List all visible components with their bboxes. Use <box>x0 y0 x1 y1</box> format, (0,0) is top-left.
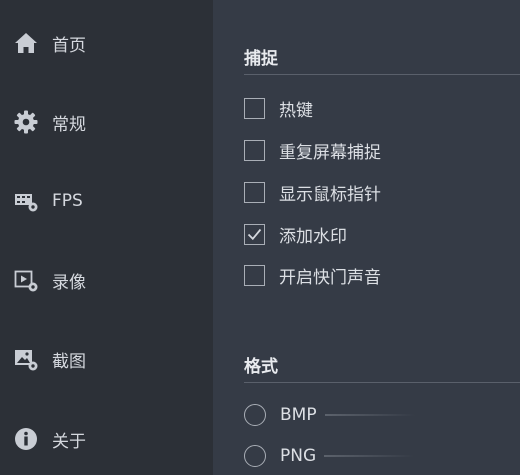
info-icon <box>12 425 40 453</box>
sidebar-item-label: 截图 <box>52 351 86 372</box>
section-title-capture: 捕捉 <box>244 49 278 69</box>
decorative-line <box>324 414 415 416</box>
sidebar-item-label: 首页 <box>52 35 86 56</box>
sidebar-item-general[interactable]: 常规 <box>0 92 213 152</box>
hotkey-checkbox[interactable] <box>244 97 265 119</box>
video-settings-icon <box>12 266 40 294</box>
option-label: 重复屏幕捕捉 <box>279 142 381 163</box>
sidebar-item-recording[interactable]: 录像 <box>0 250 213 310</box>
option-label: 添加水印 <box>279 226 347 247</box>
png-radio-row[interactable]: PNG <box>244 442 415 470</box>
show-cursor-checkbox[interactable] <box>244 181 265 203</box>
hotkey-checkbox-row[interactable]: 热键 <box>244 94 313 122</box>
app-window: 首页 常规 FPS 录像 截图 关于 捕捉 热键 重复屏幕捕捉 显示鼠标指针 添… <box>0 0 520 475</box>
option-label: 热键 <box>279 100 313 121</box>
gear-icon <box>12 108 40 136</box>
settings-panel: 捕捉 热键 重复屏幕捕捉 显示鼠标指针 添加水印 开启快门声音 格式 BMP P… <box>213 0 520 475</box>
option-label: BMP <box>280 405 317 425</box>
sidebar: 首页 常规 FPS 录像 截图 关于 <box>0 0 213 475</box>
sidebar-item-label: 常规 <box>52 114 86 135</box>
sidebar-item-screenshot[interactable]: 截图 <box>0 329 213 389</box>
shutter-sound-checkbox-row[interactable]: 开启快门声音 <box>244 261 381 289</box>
fps-icon <box>12 187 40 215</box>
option-label: PNG <box>280 446 317 466</box>
option-label: 开启快门声音 <box>279 267 381 288</box>
checkmark-icon <box>247 228 262 240</box>
bmp-radio-row[interactable]: BMP <box>244 401 415 429</box>
option-label: 显示鼠标指针 <box>279 184 381 205</box>
sidebar-item-fps[interactable]: FPS <box>0 171 213 231</box>
section-title-format: 格式 <box>244 357 278 377</box>
sidebar-item-label: 关于 <box>52 431 86 452</box>
sidebar-item-label: 录像 <box>52 272 86 293</box>
decorative-line <box>324 455 415 457</box>
sidebar-item-about[interactable]: 关于 <box>0 409 213 469</box>
sidebar-item-home[interactable]: 首页 <box>0 13 213 73</box>
section-divider <box>244 74 520 75</box>
screenshot-settings-icon <box>12 345 40 373</box>
repeat-capture-checkbox[interactable] <box>244 139 265 161</box>
home-icon <box>12 29 40 57</box>
show-cursor-checkbox-row[interactable]: 显示鼠标指针 <box>244 178 381 206</box>
sidebar-item-label: FPS <box>52 191 83 211</box>
watermark-checkbox-row[interactable]: 添加水印 <box>244 220 347 248</box>
shutter-sound-checkbox[interactable] <box>244 264 265 286</box>
bmp-radio[interactable] <box>244 404 266 426</box>
section-divider <box>244 382 520 383</box>
repeat-capture-checkbox-row[interactable]: 重复屏幕捕捉 <box>244 136 381 164</box>
watermark-checkbox[interactable] <box>244 223 265 245</box>
png-radio[interactable] <box>244 445 266 467</box>
